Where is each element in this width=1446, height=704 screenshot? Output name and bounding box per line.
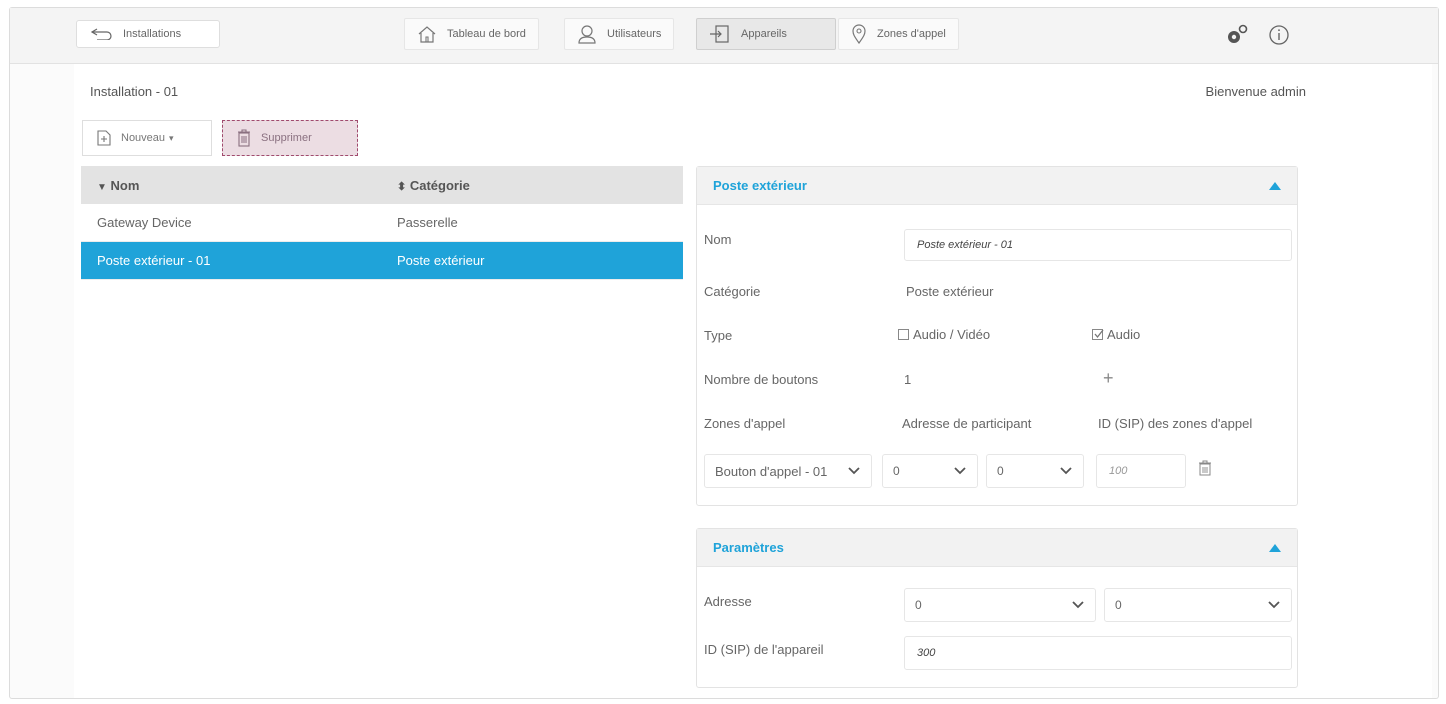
participant-address-select-a[interactable]: 0 [882,454,978,488]
name-label: Nom [704,232,732,247]
device-icon [710,25,729,43]
parameters-panel-header[interactable]: Paramètres [697,529,1297,567]
call-button-select[interactable]: Bouton d'appel - 01 [704,454,872,488]
row-category-cell: Poste extérieur [397,253,485,268]
settings-gear-icon[interactable] [1224,22,1250,48]
add-button-plus-icon[interactable]: + [1103,368,1114,389]
back-to-installations-button[interactable]: Installations [76,20,220,48]
participant-address-header: Adresse de participant [902,416,1032,431]
tab-dashboard-label: Tableau de bord [447,28,526,40]
location-pin-icon [852,24,866,44]
new-button[interactable]: Nouveau ▾ [82,120,212,156]
column-header-name[interactable]: ▼ Nom [81,178,381,193]
back-arrow-icon [91,28,112,40]
device-sip-input[interactable]: 300 [904,636,1292,670]
category-label: Catégorie [704,284,761,299]
type-audio-option[interactable]: Audio [1092,327,1140,342]
buttons-count-value: 1 [904,372,912,387]
table-header: ▼ Nom ⬍ Catégorie [81,166,683,204]
sort-both-icon: ⬍ [397,180,407,193]
chevron-down-icon [1268,601,1280,609]
chevron-down-icon [1060,467,1072,475]
type-audio-video-label: Audio / Vidéo [913,327,991,342]
tab-devices-label: Appareils [741,28,787,40]
top-navigation-bar: Installations Tableau de bord Utilisateu… [10,8,1438,64]
home-icon [418,26,436,43]
row-name-cell: Gateway Device [97,215,192,230]
call-button-value: Bouton d'appel - 01 [715,463,828,479]
chevron-down-icon [848,467,860,475]
unchecked-box-icon[interactable] [898,329,909,340]
parameters-panel-title: Paramètres [713,540,784,555]
dropdown-caret-icon: ▾ [169,132,174,143]
row-name-cell: Poste extérieur - 01 [97,253,211,268]
collapse-icon[interactable] [1269,181,1281,190]
delete-button[interactable]: Supprimer [222,120,358,156]
address-b-value: 0 [997,464,1004,478]
checked-box-icon[interactable] [1092,329,1104,340]
row-category-cell: Passerelle [397,215,458,230]
device-address-select-b[interactable]: 0 [1104,588,1292,622]
trash-icon [238,129,250,147]
user-icon [578,25,596,44]
devices-table: ▼ Nom ⬍ Catégorie Gateway Device Passere… [81,166,683,280]
tab-devices[interactable]: Appareils [696,18,836,50]
table-row[interactable]: Gateway Device Passerelle [81,204,683,242]
address-label: Adresse [704,594,752,609]
chevron-down-icon [1072,601,1084,609]
column-name-label: Nom [110,177,140,193]
type-label: Type [704,328,733,343]
tab-users[interactable]: Utilisateurs [564,18,675,50]
new-document-icon [97,130,111,146]
table-row-selected[interactable]: Poste extérieur - 01 Poste extérieur [81,242,683,280]
participant-address-select-b[interactable]: 0 [986,454,1084,488]
sip-zones-header: ID (SIP) des zones d'appel [1098,416,1253,431]
category-value: Poste extérieur [906,284,994,299]
tab-users-label: Utilisateurs [607,28,662,40]
column-header-category[interactable]: ⬍ Catégorie [381,178,683,193]
call-zones-label: Zones d'appel [704,416,786,431]
info-icon[interactable] [1266,22,1292,48]
back-button-label: Installations [123,28,182,40]
name-input[interactable]: Poste extérieur - 01 [904,229,1292,261]
welcome-message: Bienvenue admin [1205,84,1306,99]
collapse-icon[interactable] [1269,543,1281,552]
device-sip-label: ID (SIP) de l'appareil [704,642,824,657]
column-category-label: Catégorie [409,177,470,193]
type-audio-label: Audio [1107,327,1141,342]
new-button-label: Nouveau [121,132,166,144]
sip-zone-input[interactable]: 100 [1096,454,1186,488]
tab-dashboard[interactable]: Tableau de bord [404,18,539,50]
chevron-down-icon [954,467,966,475]
installation-title: Installation - 01 [90,84,179,99]
buttons-count-label: Nombre de boutons [704,372,819,387]
outdoor-panel-title: Poste extérieur [713,178,807,193]
device-address-select-a[interactable]: 0 [904,588,1096,622]
delete-button-label: Supprimer [261,132,312,144]
address-a-value: 0 [893,464,900,478]
tab-call-zones-label: Zones d'appel [877,28,946,40]
sort-desc-icon: ▼ [97,181,107,193]
tab-call-zones[interactable]: Zones d'appel [838,18,959,50]
type-audio-video-option[interactable]: Audio / Vidéo [898,327,990,342]
remove-zone-trash-icon[interactable] [1198,460,1212,479]
outdoor-panel-header[interactable]: Poste extérieur [697,167,1297,205]
device-address-a-value: 0 [915,598,922,612]
device-address-b-value: 0 [1115,598,1122,612]
